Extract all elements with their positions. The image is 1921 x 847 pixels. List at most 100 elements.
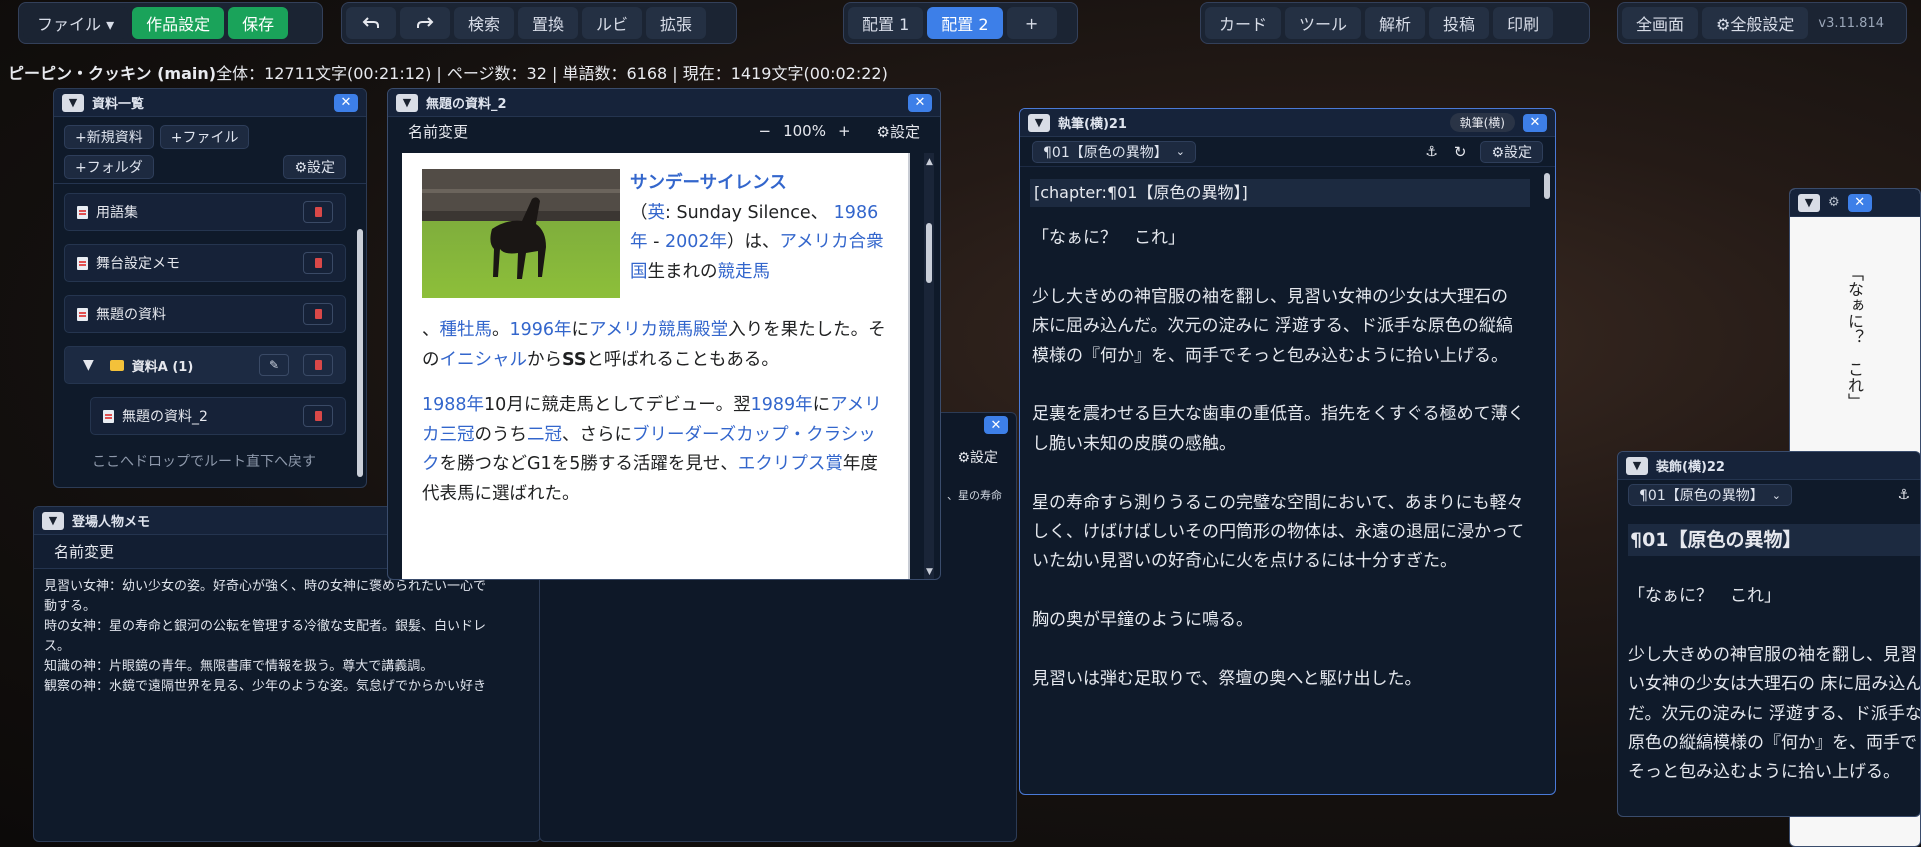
material-item[interactable]: 用語集: [64, 193, 346, 231]
scrollbar-thumb[interactable]: [926, 223, 932, 283]
tool-button[interactable]: ツール: [1285, 7, 1362, 39]
close-icon[interactable]: ✕: [1847, 193, 1872, 212]
wiki-text: （: [630, 202, 648, 223]
gear-icon[interactable]: ⚙: [1828, 195, 1840, 210]
collapse-icon[interactable]: ▼: [1028, 113, 1050, 132]
decor-heading: ¶01【原色の異物】: [1628, 524, 1920, 556]
materials-settings-button[interactable]: ⚙設定: [283, 155, 346, 179]
collapse-icon[interactable]: ▼: [1626, 456, 1648, 475]
material-folder[interactable]: ▼ 資料A (1) ✎: [64, 346, 346, 384]
close-icon[interactable]: ✕: [908, 93, 932, 112]
wiki-link[interactable]: 1988年: [422, 395, 484, 415]
materials-panel-header: ▼ 資料一覧 ✕: [54, 89, 366, 117]
collapse-icon[interactable]: ▼: [62, 93, 84, 112]
decor-body[interactable]: 「なぁに？ これ」 少し大きめの神官服の袖を翻し、見習い女神の少女は大理石の 床…: [1628, 582, 1920, 788]
edit-toolbar-group: 検索 置換 ルビ 拡張: [341, 2, 737, 44]
file-menu-button[interactable]: ファイル ▾: [23, 7, 129, 39]
wiki-link[interactable]: アメリカ競馬殿堂: [589, 320, 728, 340]
close-icon[interactable]: ✕: [1523, 113, 1547, 132]
wiki-text: から: [527, 349, 562, 370]
viewer-settings-button[interactable]: ⚙設定: [877, 121, 920, 142]
replace-button[interactable]: 置換: [518, 7, 579, 39]
undo-icon[interactable]: [346, 7, 396, 39]
wiki-link[interactable]: 1989年: [751, 395, 813, 415]
layout-1-button[interactable]: 配置 1: [848, 7, 924, 39]
zoom-in-button[interactable]: +: [838, 122, 851, 140]
memo-line: 観察の神：水鏡で遠隔世界を見る、少年のような姿。気怠げでからかい好き: [44, 679, 487, 694]
refresh-icon[interactable]: ↻: [1454, 143, 1467, 161]
close-icon[interactable]: ✕: [984, 416, 1008, 434]
folder-label: 資料A (1): [131, 359, 194, 375]
layout-2-button[interactable]: 配置 2: [927, 7, 1003, 39]
materials-panel-title: 資料一覧: [92, 97, 145, 112]
wiki-text: -: [647, 232, 665, 252]
scroll-down-icon[interactable]: ▼: [926, 567, 933, 577]
horse-image: [422, 169, 620, 298]
trash-icon[interactable]: [303, 201, 333, 223]
trash-icon[interactable]: [303, 354, 333, 376]
redo-icon[interactable]: [400, 7, 450, 39]
wiki-link[interactable]: エクリプス賞: [738, 454, 843, 474]
add-layout-button[interactable]: +: [1006, 7, 1057, 39]
collapse-icon[interactable]: ▼: [42, 511, 64, 530]
memo-line: 知識の神：片眼鏡の青年。無限書庫で情報を扱う。尊大で講義調。: [44, 659, 434, 674]
add-file-button[interactable]: +ファイル: [159, 125, 250, 149]
material-item[interactable]: 無題の資料: [64, 295, 346, 333]
scrollbar[interactable]: [357, 229, 363, 477]
folder-expand-icon[interactable]: ▼: [83, 357, 94, 373]
wiki-link[interactable]: イニシャル: [440, 350, 528, 370]
close-icon[interactable]: ✕: [334, 93, 358, 112]
chapter-select[interactable]: ¶01【原色の異物】 ⌄: [1628, 484, 1792, 506]
wiki-content[interactable]: サンデーサイレンス （英: Sunday Silence、 1986年 - 20…: [402, 153, 910, 579]
wiki-link[interactable]: 二冠: [527, 425, 562, 445]
collapse-icon[interactable]: ▼: [1798, 193, 1820, 212]
wiki-link[interactable]: 英: [648, 203, 666, 223]
scroll-up-icon[interactable]: ▲: [926, 157, 933, 167]
materials-actions: +新規資料 +ファイル: [64, 125, 250, 149]
material-item[interactable]: 舞台設定メモ: [64, 244, 346, 282]
post-button[interactable]: 投稿: [1429, 7, 1490, 39]
collapse-icon[interactable]: ▼: [396, 93, 418, 112]
decor-title: 装飾(横)22: [1656, 460, 1725, 475]
rename-button[interactable]: 名前変更: [54, 541, 114, 562]
viewer-scrollbar-track[interactable]: ▲ ▼: [924, 153, 934, 579]
pencil-icon[interactable]: ✎: [259, 354, 289, 376]
wiki-link[interactable]: 2002年: [665, 232, 727, 252]
trash-icon[interactable]: [303, 405, 333, 427]
hidden-panel-settings[interactable]: ⚙設定: [957, 447, 998, 467]
editor-settings-button[interactable]: ⚙設定: [1480, 140, 1543, 163]
general-settings-button[interactable]: ⚙全般設定: [1702, 7, 1809, 39]
analysis-button[interactable]: 解析: [1365, 7, 1426, 39]
wiki-link[interactable]: 競走馬: [718, 262, 771, 282]
chapter-select-value: ¶01【原色の異物】: [1043, 144, 1168, 161]
memo-line: 見習い女神：幼い少女の姿。好奇心が強く、時の女神に褒められたい一心で: [44, 579, 487, 594]
zoom-out-button[interactable]: −: [759, 122, 772, 140]
wiki-title[interactable]: サンデーサイレンス: [630, 173, 787, 193]
trash-icon[interactable]: [303, 252, 333, 274]
wiki-link[interactable]: 1996年: [510, 320, 572, 340]
rename-button[interactable]: 名前変更: [408, 121, 747, 142]
material-viewer-panel: ▼ 無題の資料_2 ✕ 名前変更 − 100% + ⚙設定 サンデーサイレンス …: [387, 88, 941, 580]
search-button[interactable]: 検索: [454, 7, 515, 39]
wiki-link[interactable]: 種牡馬: [440, 320, 493, 340]
material-item-label: 舞台設定メモ: [96, 256, 180, 272]
new-material-button[interactable]: +新規資料: [64, 125, 154, 149]
editor-body[interactable]: 「なぁに？ これ」 少し大きめの神官服の袖を翻し、見習い女神の少女は大理石の 床…: [1032, 224, 1528, 695]
card-button[interactable]: カード: [1205, 7, 1282, 39]
anchor-icon[interactable]: ⚓: [1425, 144, 1438, 160]
trash-icon[interactable]: [303, 303, 333, 325]
vertical-text: 「なぁに？ これ」: [1845, 265, 1864, 409]
editor-scrollbar[interactable]: [1544, 173, 1550, 199]
anchor-icon[interactable]: ⚓: [1897, 487, 1910, 503]
extend-button[interactable]: 拡張: [646, 7, 707, 39]
save-button[interactable]: 保存: [228, 7, 289, 39]
fullscreen-button[interactable]: 全画面: [1622, 7, 1699, 39]
characters-memo[interactable]: 見習い女神：幼い少女の姿。好奇心が強く、時の女神に褒められたい一心で 動する。 …: [34, 569, 540, 705]
ruby-button[interactable]: ルビ: [582, 7, 643, 39]
print-button[interactable]: 印刷: [1493, 7, 1554, 39]
document-icon: [103, 409, 114, 423]
add-folder-button[interactable]: +フォルダ: [64, 155, 154, 179]
work-settings-button[interactable]: 作品設定: [132, 7, 225, 39]
chapter-select[interactable]: ¶01【原色の異物】 ⌄: [1032, 140, 1196, 163]
material-item[interactable]: 無題の資料_2: [90, 397, 346, 435]
